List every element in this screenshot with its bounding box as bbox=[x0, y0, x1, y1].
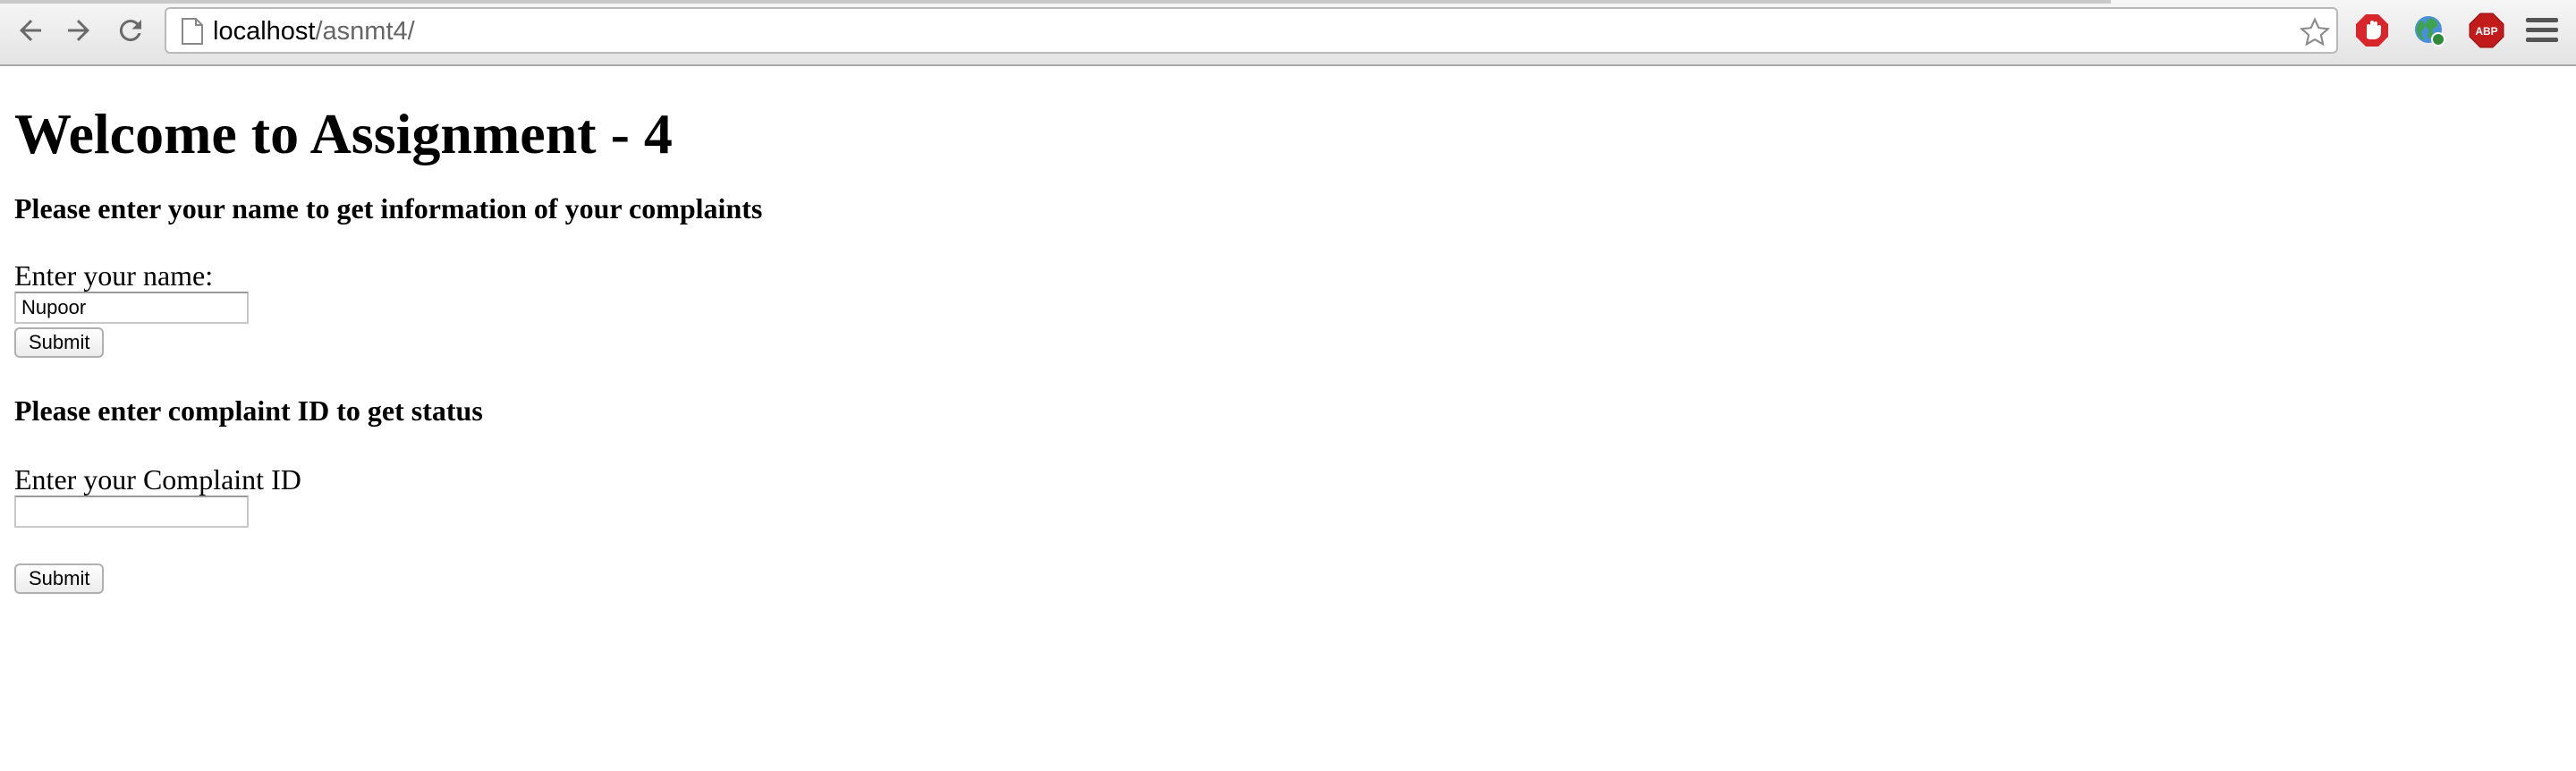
svg-text:ABP: ABP bbox=[2475, 25, 2497, 38]
page-content: Welcome to Assignment - 4 Please enter y… bbox=[14, 66, 2555, 594]
forward-arrow-icon bbox=[68, 20, 89, 41]
complaint-section-heading: Please enter complaint ID to get status bbox=[14, 394, 483, 427]
url-text: localhost/asnmt4/ bbox=[213, 15, 415, 47]
reload-button[interactable] bbox=[113, 13, 148, 48]
reload-icon bbox=[119, 20, 141, 42]
page-title: Welcome to Assignment - 4 bbox=[14, 102, 673, 165]
url-host: localhost bbox=[213, 17, 316, 46]
name-section-heading: Please enter your name to get informatio… bbox=[14, 192, 763, 225]
browser-toolbar: localhost/asnmt4/ ABP bbox=[0, 0, 2576, 66]
url-path: /asnmt4/ bbox=[315, 17, 415, 46]
page-icon bbox=[182, 18, 203, 45]
name-input[interactable] bbox=[14, 292, 249, 324]
back-button[interactable] bbox=[13, 13, 48, 48]
name-submit-button[interactable]: Submit bbox=[14, 327, 105, 358]
bookmark-star-icon[interactable] bbox=[2299, 16, 2331, 48]
abp-icon[interactable]: ABP bbox=[2469, 13, 2504, 48]
complaint-id-input[interactable] bbox=[14, 496, 249, 528]
complaint-id-label: Enter your Complaint ID bbox=[14, 463, 301, 496]
adblock-hand-icon[interactable] bbox=[2354, 13, 2390, 48]
complaint-submit-button[interactable]: Submit bbox=[14, 563, 105, 594]
forward-button[interactable] bbox=[61, 13, 97, 48]
hamburger-menu-icon[interactable] bbox=[2526, 18, 2558, 45]
globe-icon[interactable] bbox=[2411, 13, 2447, 48]
name-field-label: Enter your name: bbox=[14, 259, 214, 292]
tab-strip-edge bbox=[0, 0, 2111, 4]
back-arrow-icon bbox=[20, 20, 41, 41]
address-bar[interactable]: localhost/asnmt4/ bbox=[165, 7, 2338, 54]
